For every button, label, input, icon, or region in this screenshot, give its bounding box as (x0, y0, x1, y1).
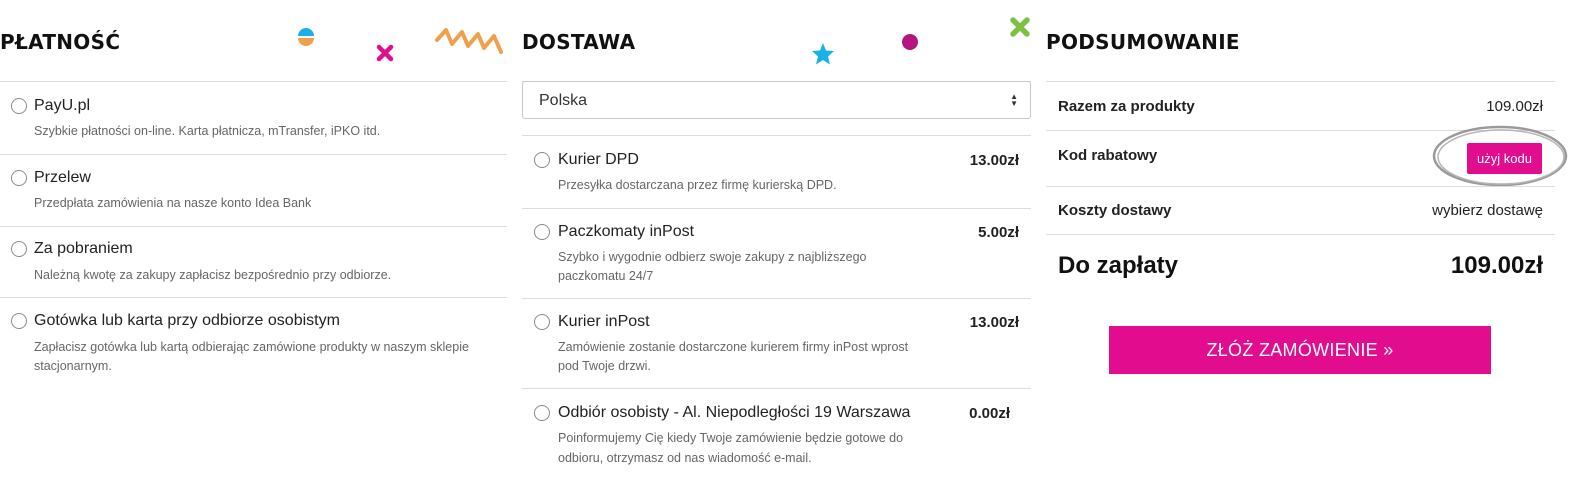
divider (0, 81, 507, 82)
place-order-button[interactable]: ZŁÓŻ ZAMÓWIENIE » (1109, 326, 1491, 374)
delivery-option-desc: Przesyłka dostarczana przez firmę kurier… (558, 178, 837, 192)
delivery-option-desc: Szybko i wygodnie odbierz swoje zakupy z… (558, 250, 867, 264)
confetti-star-icon (812, 43, 834, 65)
payment-option-desc: stacjonarnym. (34, 359, 112, 373)
payment-title: PŁATNOŚĆ (0, 30, 121, 54)
divider (522, 208, 1031, 209)
divider (1046, 186, 1555, 187)
divider (0, 297, 507, 298)
payment-option-label: Przelew (34, 169, 91, 186)
shipping-cost-label: Koszty dostawy (1058, 202, 1172, 219)
select-arrows-icon: ▲ ▼ (1010, 92, 1018, 108)
grand-total-value: 109.00zł (1450, 252, 1543, 279)
delivery-option-desc: odbioru, otrzymasz od nas wiadomość e-ma… (558, 451, 812, 465)
apply-code-button[interactable]: użyj kodu (1467, 143, 1542, 174)
delivery-title: DOSTAWA (522, 30, 636, 54)
delivery-option-desc: Poinformujemy Cię kiedy Twoje zamówienie… (558, 431, 904, 445)
divider (0, 154, 507, 155)
delivery-radio-paczkomaty[interactable] (534, 224, 550, 240)
payment-option-label: Za pobraniem (34, 240, 133, 257)
delivery-option-desc: pod Twoje drzwi. (558, 359, 651, 373)
payment-option-desc: Należną kwotę za zakupy zapłacisz bezpoś… (34, 268, 392, 282)
delivery-option-desc: paczkomatu 24/7 (558, 269, 654, 283)
summary-title: PODSUMOWANIE (1046, 30, 1240, 54)
discount-code-label: Kod rabatowy (1058, 147, 1158, 164)
divider (1046, 234, 1555, 235)
grand-total-label: Do zapłaty (1058, 252, 1179, 279)
divider (522, 135, 1031, 136)
delivery-option-label: Paczkomaty inPost (558, 223, 695, 240)
confetti-zigzag-icon (435, 28, 503, 54)
divider (0, 226, 507, 227)
delivery-radio-personal-pickup[interactable] (534, 405, 550, 421)
country-select[interactable]: Polska ▲ ▼ (522, 81, 1031, 119)
payment-radio-pickup[interactable] (11, 313, 27, 329)
divider (1046, 81, 1555, 82)
confetti-cross-pink-icon (376, 44, 394, 62)
country-select-value: Polska (539, 92, 588, 109)
confetti-cross-green-icon (1010, 17, 1030, 37)
payment-radio-payu[interactable] (11, 98, 27, 114)
delivery-radio-dpd[interactable] (534, 152, 550, 168)
divider (522, 298, 1031, 299)
confetti-dot-icon (902, 34, 918, 50)
divider (522, 388, 1031, 389)
delivery-option-price: 5.00zł (978, 224, 1019, 241)
payment-option-desc: Szybkie płatności on-line. Karta płatnic… (34, 124, 381, 138)
confetti-half-circle-icon (298, 28, 314, 46)
payment-radio-cod[interactable] (11, 241, 27, 257)
payment-option-label: PayU.pl (34, 97, 91, 114)
delivery-option-price: 0.00zł (969, 405, 1010, 422)
delivery-option-label: Odbiór osobisty - Al. Niepodległości 19 … (558, 404, 911, 421)
products-total-label: Razem za produkty (1058, 98, 1195, 115)
delivery-radio-kurier-inpost[interactable] (534, 314, 550, 330)
payment-option-desc: Przedpłata zamówienia na nasze konto Ide… (34, 196, 312, 210)
delivery-option-label: Kurier DPD (558, 151, 639, 168)
payment-option-desc: Zapłacisz gotówka lub kartą odbierając z… (34, 340, 469, 354)
delivery-option-price: 13.00zł (969, 314, 1019, 331)
delivery-option-label: Kurier inPost (558, 313, 650, 330)
delivery-option-desc: Zamówienie zostanie dostarczone kurierem… (558, 340, 909, 354)
shipping-cost-value: wybierz dostawę (1432, 202, 1543, 219)
payment-radio-transfer[interactable] (11, 170, 27, 186)
delivery-option-price: 13.00zł (969, 152, 1019, 169)
payment-option-label: Gotówka lub karta przy odbiorze osobisty… (34, 312, 340, 329)
products-total-value: 109.00zł (1486, 98, 1543, 115)
